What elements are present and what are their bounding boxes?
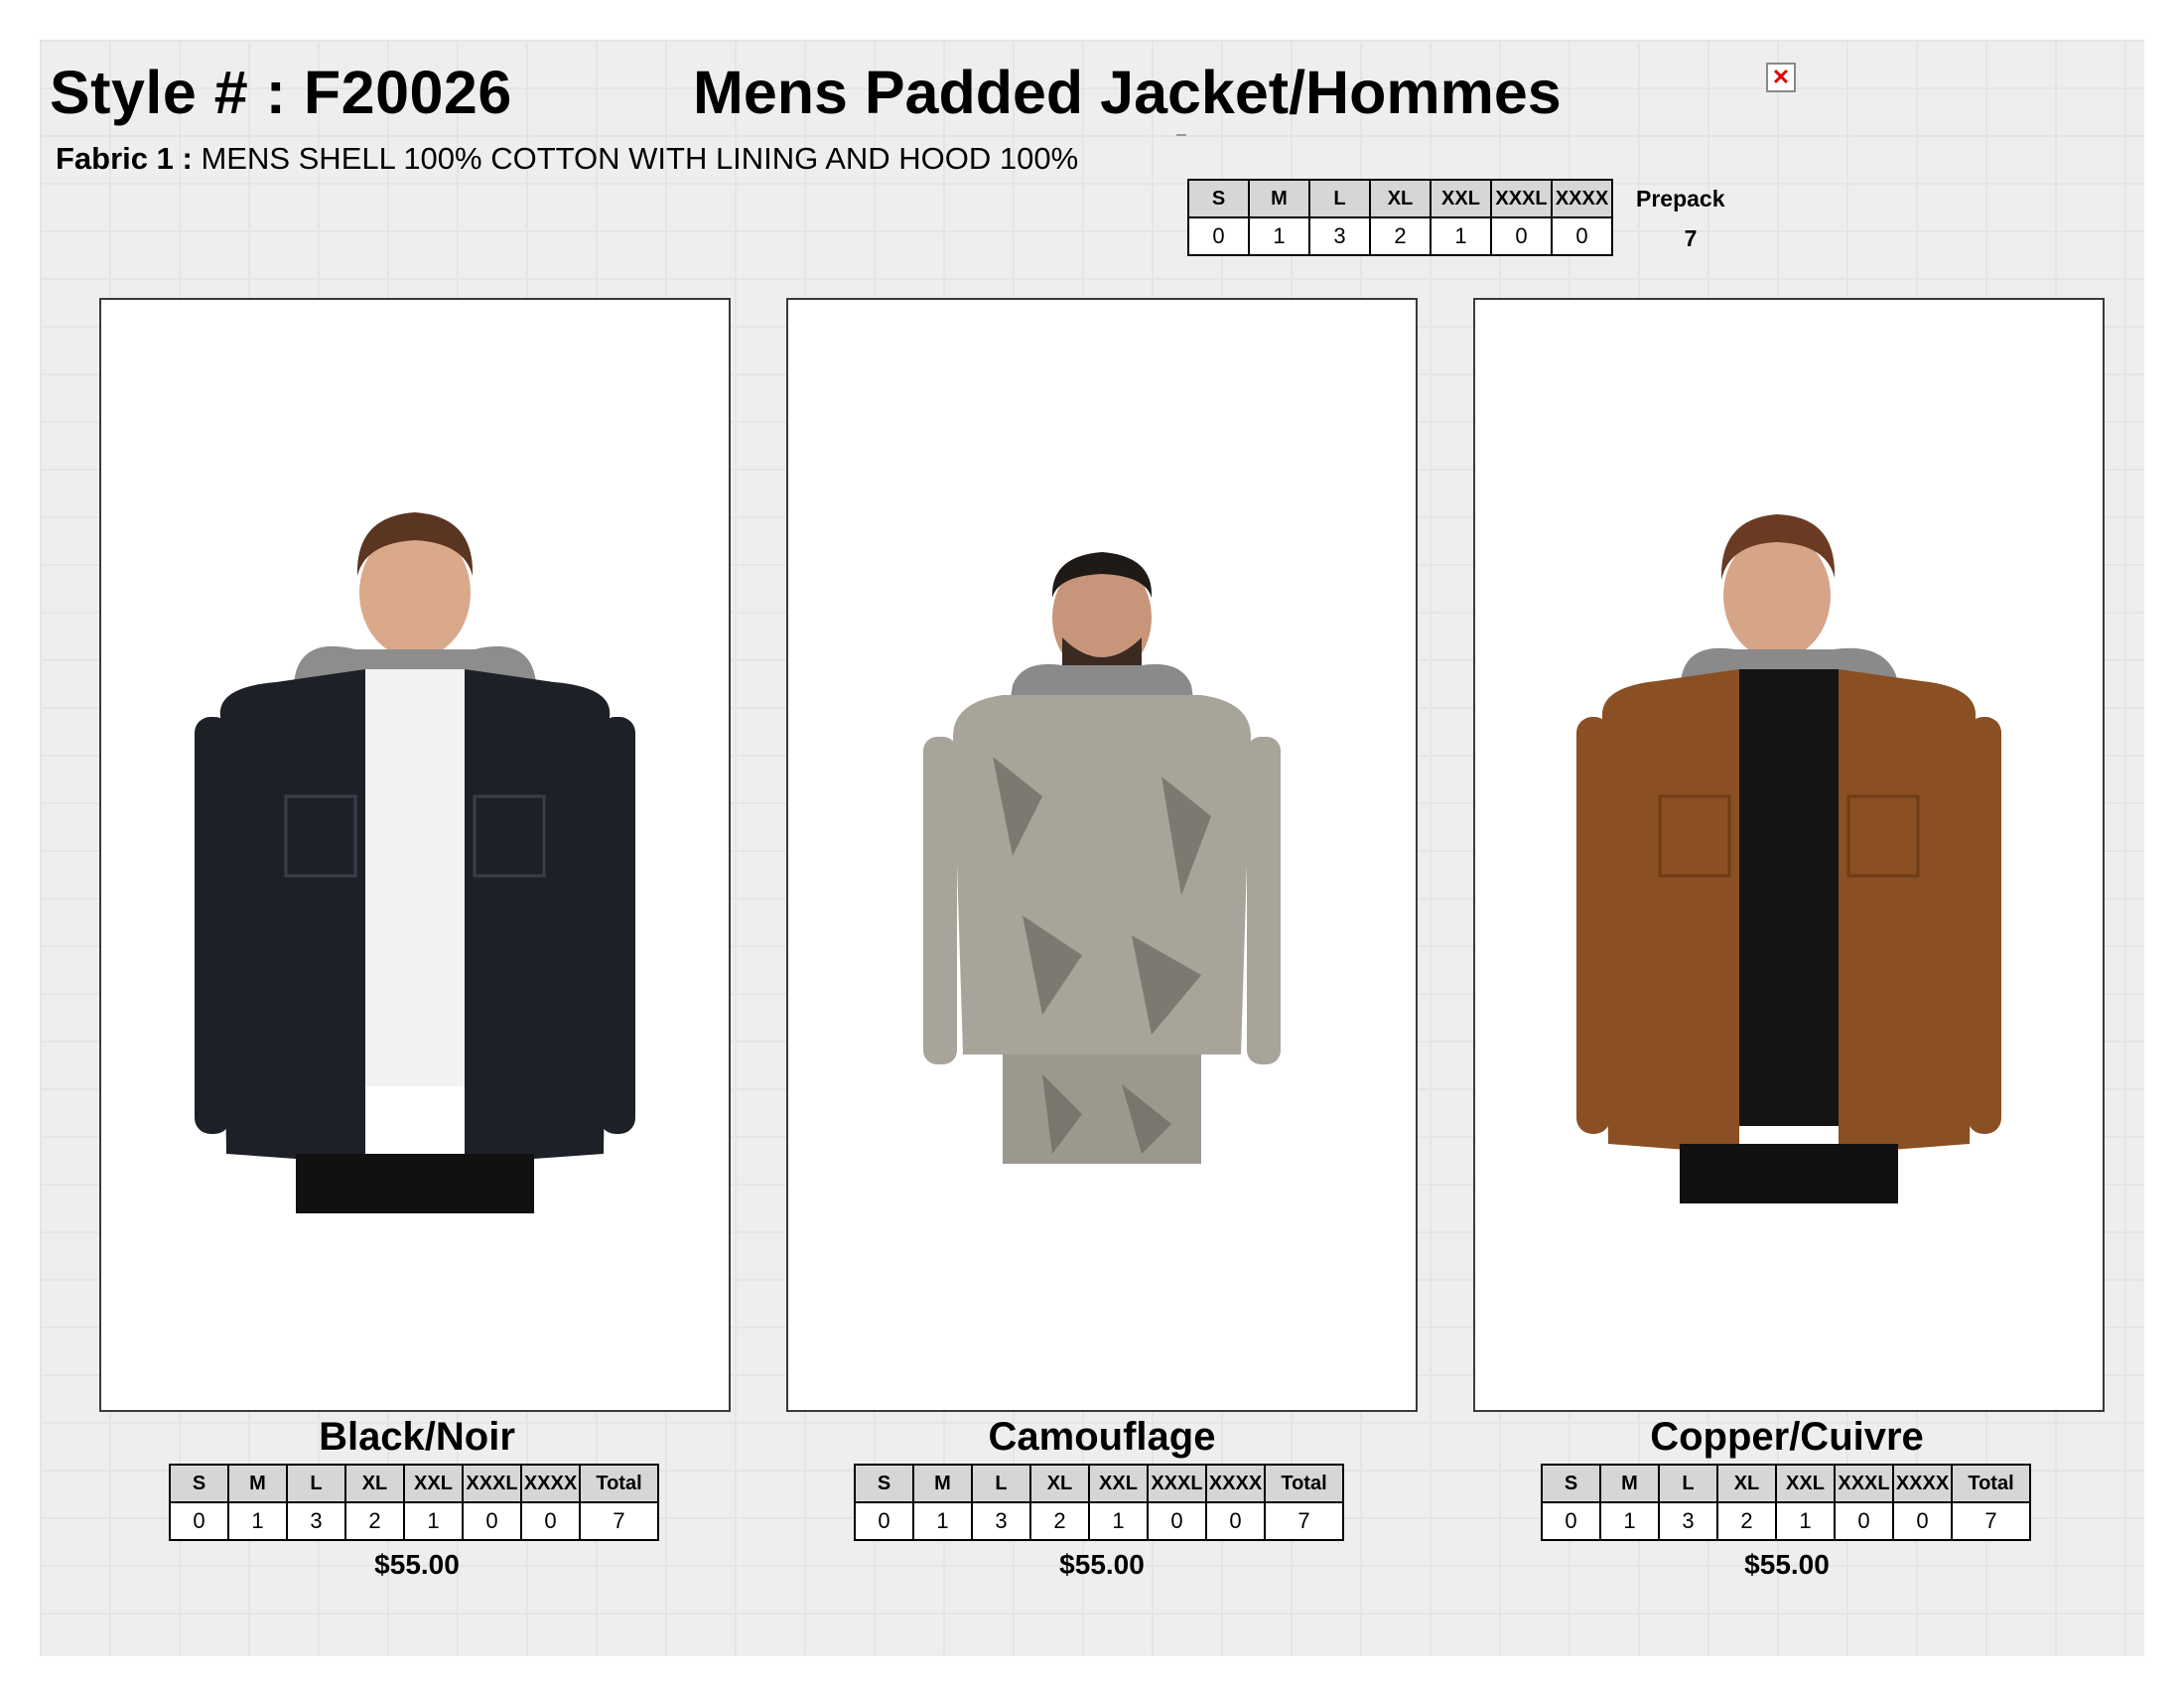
size-header: XXL xyxy=(1775,1464,1836,1503)
size-quantity: 3 xyxy=(971,1501,1031,1541)
size-header: L xyxy=(1658,1464,1718,1503)
prepack-table: S M L XL XXL XXXL XXXX 0 1 3 2 1 0 0 xyxy=(1187,179,1613,256)
size-quantity: 0 xyxy=(1834,1501,1894,1541)
price-black: $55.00 xyxy=(374,1549,460,1580)
size-header: XXXX xyxy=(1205,1464,1266,1503)
size-quantity: 0 xyxy=(1205,1501,1266,1541)
size-quantity: 0 xyxy=(854,1501,914,1541)
model-photo xyxy=(923,552,1281,1164)
size-header: XXXL xyxy=(1147,1464,1207,1503)
size-header: XL xyxy=(1369,179,1432,218)
close-icon[interactable]: ✕ xyxy=(1766,63,1796,92)
jacket-body xyxy=(219,669,365,1164)
size-quantity: 2 xyxy=(1029,1501,1090,1541)
price-camouflage: $55.00 xyxy=(1059,1549,1145,1580)
size-quantity: 1 xyxy=(912,1501,973,1541)
fabric-text: MENS SHELL 100% COTTON WITH LINING AND H… xyxy=(201,141,1079,176)
size-header: XXL xyxy=(403,1464,464,1503)
size-quantity: 3 xyxy=(1658,1501,1718,1541)
size-quantity: 0 xyxy=(169,1501,229,1541)
size-quantity: 2 xyxy=(1716,1501,1777,1541)
size-header: XXXX xyxy=(520,1464,581,1503)
size-quantity: 1 xyxy=(227,1501,288,1541)
color-name-black: Black/Noir xyxy=(319,1415,515,1459)
product-image-camouflage[interactable] xyxy=(786,298,1418,1412)
size-header: L xyxy=(286,1464,346,1503)
size-quantity: 1 xyxy=(1088,1501,1149,1541)
jacket-body xyxy=(953,695,1251,1055)
size-header: L xyxy=(1308,179,1371,218)
size-header: M xyxy=(227,1464,288,1503)
size-header: S xyxy=(1541,1464,1601,1503)
total-quantity: 7 xyxy=(1264,1501,1344,1541)
size-header: XXXX xyxy=(1551,179,1613,218)
size-header: XXXL xyxy=(1834,1464,1894,1503)
size-quantity: 0 xyxy=(462,1501,522,1541)
divider xyxy=(1176,134,1186,136)
size-quantity: 2 xyxy=(1369,216,1432,256)
size-header: S xyxy=(854,1464,914,1503)
size-quantity: 2 xyxy=(344,1501,405,1541)
total-quantity: 7 xyxy=(579,1501,659,1541)
size-header: S xyxy=(1187,179,1250,218)
size-quantity: 1 xyxy=(1430,216,1492,256)
jacket-body xyxy=(1601,669,1739,1154)
size-header: XXL xyxy=(1088,1464,1149,1503)
size-table-black: S M L XL XXL XXXL XXXX Total 0 1 3 2 1 0… xyxy=(169,1464,659,1541)
size-header: XL xyxy=(1029,1464,1090,1503)
color-name-camouflage: Camouflage xyxy=(988,1415,1216,1459)
size-quantity: 0 xyxy=(1892,1501,1953,1541)
fabric-label: Fabric 1 : xyxy=(56,141,193,176)
total-header: Total xyxy=(579,1464,659,1503)
size-quantity: 0 xyxy=(1490,216,1553,256)
size-header: M xyxy=(1248,179,1310,218)
size-table-camouflage: S M L XL XXL XXXL XXXX Total 0 1 3 2 1 0… xyxy=(854,1464,1344,1541)
size-header: XXXL xyxy=(1490,179,1553,218)
size-quantity: 1 xyxy=(403,1501,464,1541)
size-header: L xyxy=(971,1464,1031,1503)
product-image-copper[interactable] xyxy=(1473,298,2105,1412)
color-name-copper: Copper/Cuivre xyxy=(1650,1415,1924,1459)
size-quantity: 0 xyxy=(1551,216,1613,256)
total-quantity: 7 xyxy=(1951,1501,2031,1541)
prepack-total: 7 xyxy=(1684,225,1698,251)
size-quantity: 3 xyxy=(1308,216,1371,256)
product-image-black[interactable] xyxy=(99,298,731,1412)
size-header: M xyxy=(912,1464,973,1503)
style-number: Style # : F20026 xyxy=(50,59,512,126)
size-quantity: 1 xyxy=(1775,1501,1836,1541)
size-header: XXXX xyxy=(1892,1464,1953,1503)
size-header: XL xyxy=(1716,1464,1777,1503)
size-header: XXL xyxy=(1430,179,1492,218)
model-photo xyxy=(1576,514,2001,1203)
size-header: M xyxy=(1599,1464,1660,1503)
page-title: Mens Padded Jacket/Hommes xyxy=(693,59,1562,126)
size-header: XL xyxy=(344,1464,405,1503)
size-quantity: 0 xyxy=(1147,1501,1207,1541)
total-header: Total xyxy=(1951,1464,2031,1503)
size-quantity: 0 xyxy=(1541,1501,1601,1541)
size-quantity: 1 xyxy=(1599,1501,1660,1541)
size-quantity: 0 xyxy=(1187,216,1250,256)
size-quantity: 1 xyxy=(1248,216,1310,256)
model-photo xyxy=(195,512,635,1213)
total-header: Total xyxy=(1264,1464,1344,1503)
fabric-description: Fabric 1 : MENS SHELL 100% COTTON WITH L… xyxy=(56,141,1078,177)
price-copper: $55.00 xyxy=(1744,1549,1830,1580)
prepack-label: Prepack xyxy=(1636,186,1725,211)
size-header: XXXL xyxy=(462,1464,522,1503)
size-header: S xyxy=(169,1464,229,1503)
size-quantity: 3 xyxy=(286,1501,346,1541)
size-table-copper: S M L XL XXL XXXL XXXX Total 0 1 3 2 1 0… xyxy=(1541,1464,2031,1541)
size-quantity: 0 xyxy=(520,1501,581,1541)
